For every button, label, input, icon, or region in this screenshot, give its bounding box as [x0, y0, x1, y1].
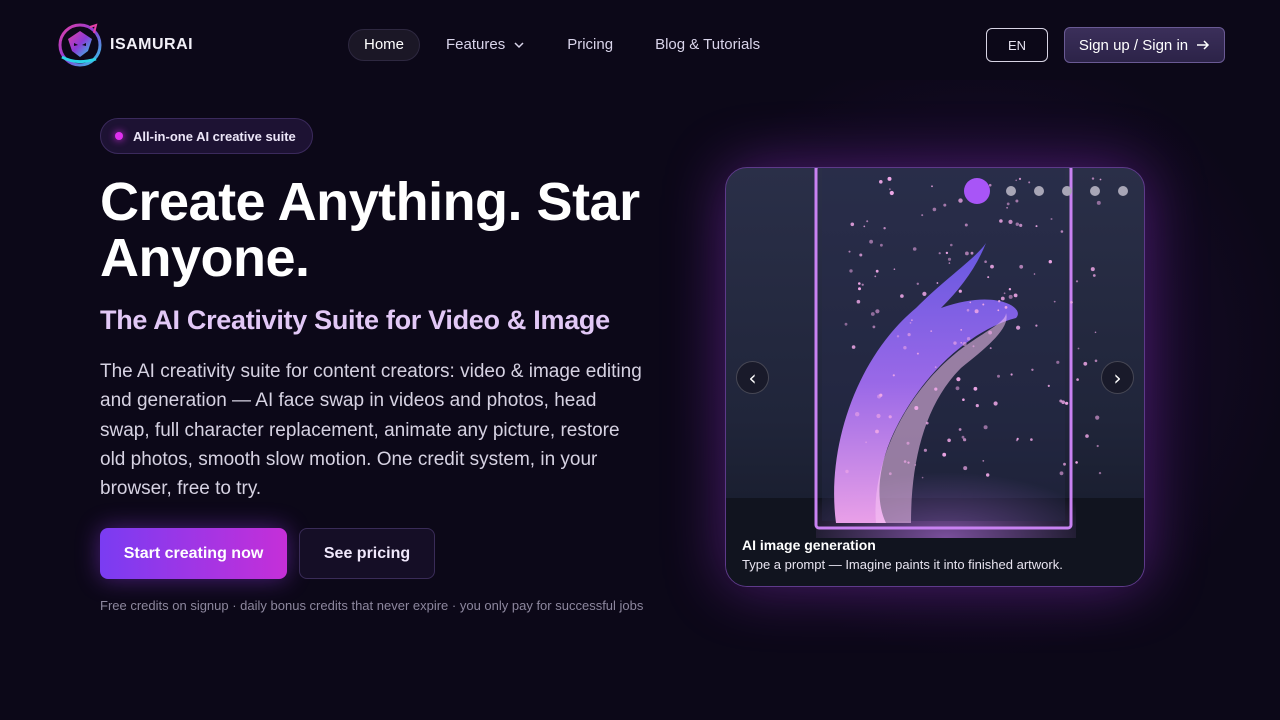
- feature-carousel[interactable]: ‹ › AI image generation Type a prompt — …: [725, 167, 1145, 587]
- caption-title: AI image generation: [742, 537, 876, 553]
- carousel-dot[interactable]: [1034, 186, 1044, 196]
- carousel-dot[interactable]: [1090, 186, 1100, 196]
- hero-footnote: Free credits on signup · daily bonus cre…: [100, 598, 644, 613]
- hero-subtitle: The AI Creativity Suite for Video & Imag…: [100, 305, 610, 335]
- language-label: EN: [1007, 37, 1027, 53]
- chevron-left-icon: ‹: [748, 365, 757, 390]
- chevron-right-icon: ›: [1113, 365, 1122, 390]
- carousel-caption: AI image generation Type a prompt — Imag…: [742, 537, 1132, 572]
- carousel-next-button[interactable]: ›: [1101, 361, 1134, 394]
- nav-pricing[interactable]: Pricing: [551, 29, 629, 61]
- nav-home-label: Home: [364, 36, 405, 53]
- nav-features[interactable]: Features: [430, 29, 541, 61]
- see-pricing-button[interactable]: See pricing: [299, 528, 435, 579]
- hero-title: Create Anything. Star Anyone.: [100, 172, 640, 288]
- chevron-down-icon: [514, 42, 524, 49]
- carousel-dot[interactable]: [1118, 186, 1128, 196]
- badge-dot-icon: [115, 132, 123, 140]
- ai-artwork-image: [726, 168, 1144, 586]
- carousel-dot[interactable]: [1062, 186, 1072, 196]
- hero-badge: All-in-one AI creative suite: [100, 118, 313, 154]
- hero-description: The AI creativity suite for content crea…: [100, 361, 642, 500]
- caption-text: Type a prompt — Imagine paints it into f…: [742, 557, 1063, 572]
- signup-label: Sign up / Sign in: [1078, 36, 1189, 54]
- nav-home[interactable]: Home: [348, 29, 421, 61]
- language-selector[interactable]: EN: [986, 28, 1048, 62]
- main-nav: Home Features Pricing Blog & Tutorials: [348, 29, 786, 61]
- carousel-prev-button[interactable]: ‹: [736, 361, 769, 394]
- samurai-mask-logo-icon: [58, 23, 102, 67]
- nav-blog-label: Blog & Tutorials: [655, 36, 761, 53]
- carousel-dot[interactable]: [1006, 186, 1016, 196]
- carousel-dot[interactable]: [964, 178, 990, 204]
- start-creating-label: Start creating now: [123, 544, 264, 562]
- nav-features-label: Features: [446, 36, 506, 53]
- site-header: ISAMURAI Home Features Pricing Blog & Tu…: [0, 0, 1280, 90]
- see-pricing-label: See pricing: [323, 544, 411, 562]
- nav-pricing-label: Pricing: [567, 36, 614, 53]
- nav-blog[interactable]: Blog & Tutorials: [639, 29, 776, 61]
- badge-label: All-in-one AI creative suite: [133, 128, 296, 144]
- start-creating-button[interactable]: Start creating now: [100, 528, 287, 579]
- carousel-indicators: [964, 178, 1128, 204]
- brand-name: ISAMURAI: [110, 36, 194, 53]
- arrow-right-icon: [1197, 40, 1210, 50]
- signup-signin-button[interactable]: Sign up / Sign in: [1064, 27, 1225, 63]
- brand-logo[interactable]: ISAMURAI: [56, 20, 193, 70]
